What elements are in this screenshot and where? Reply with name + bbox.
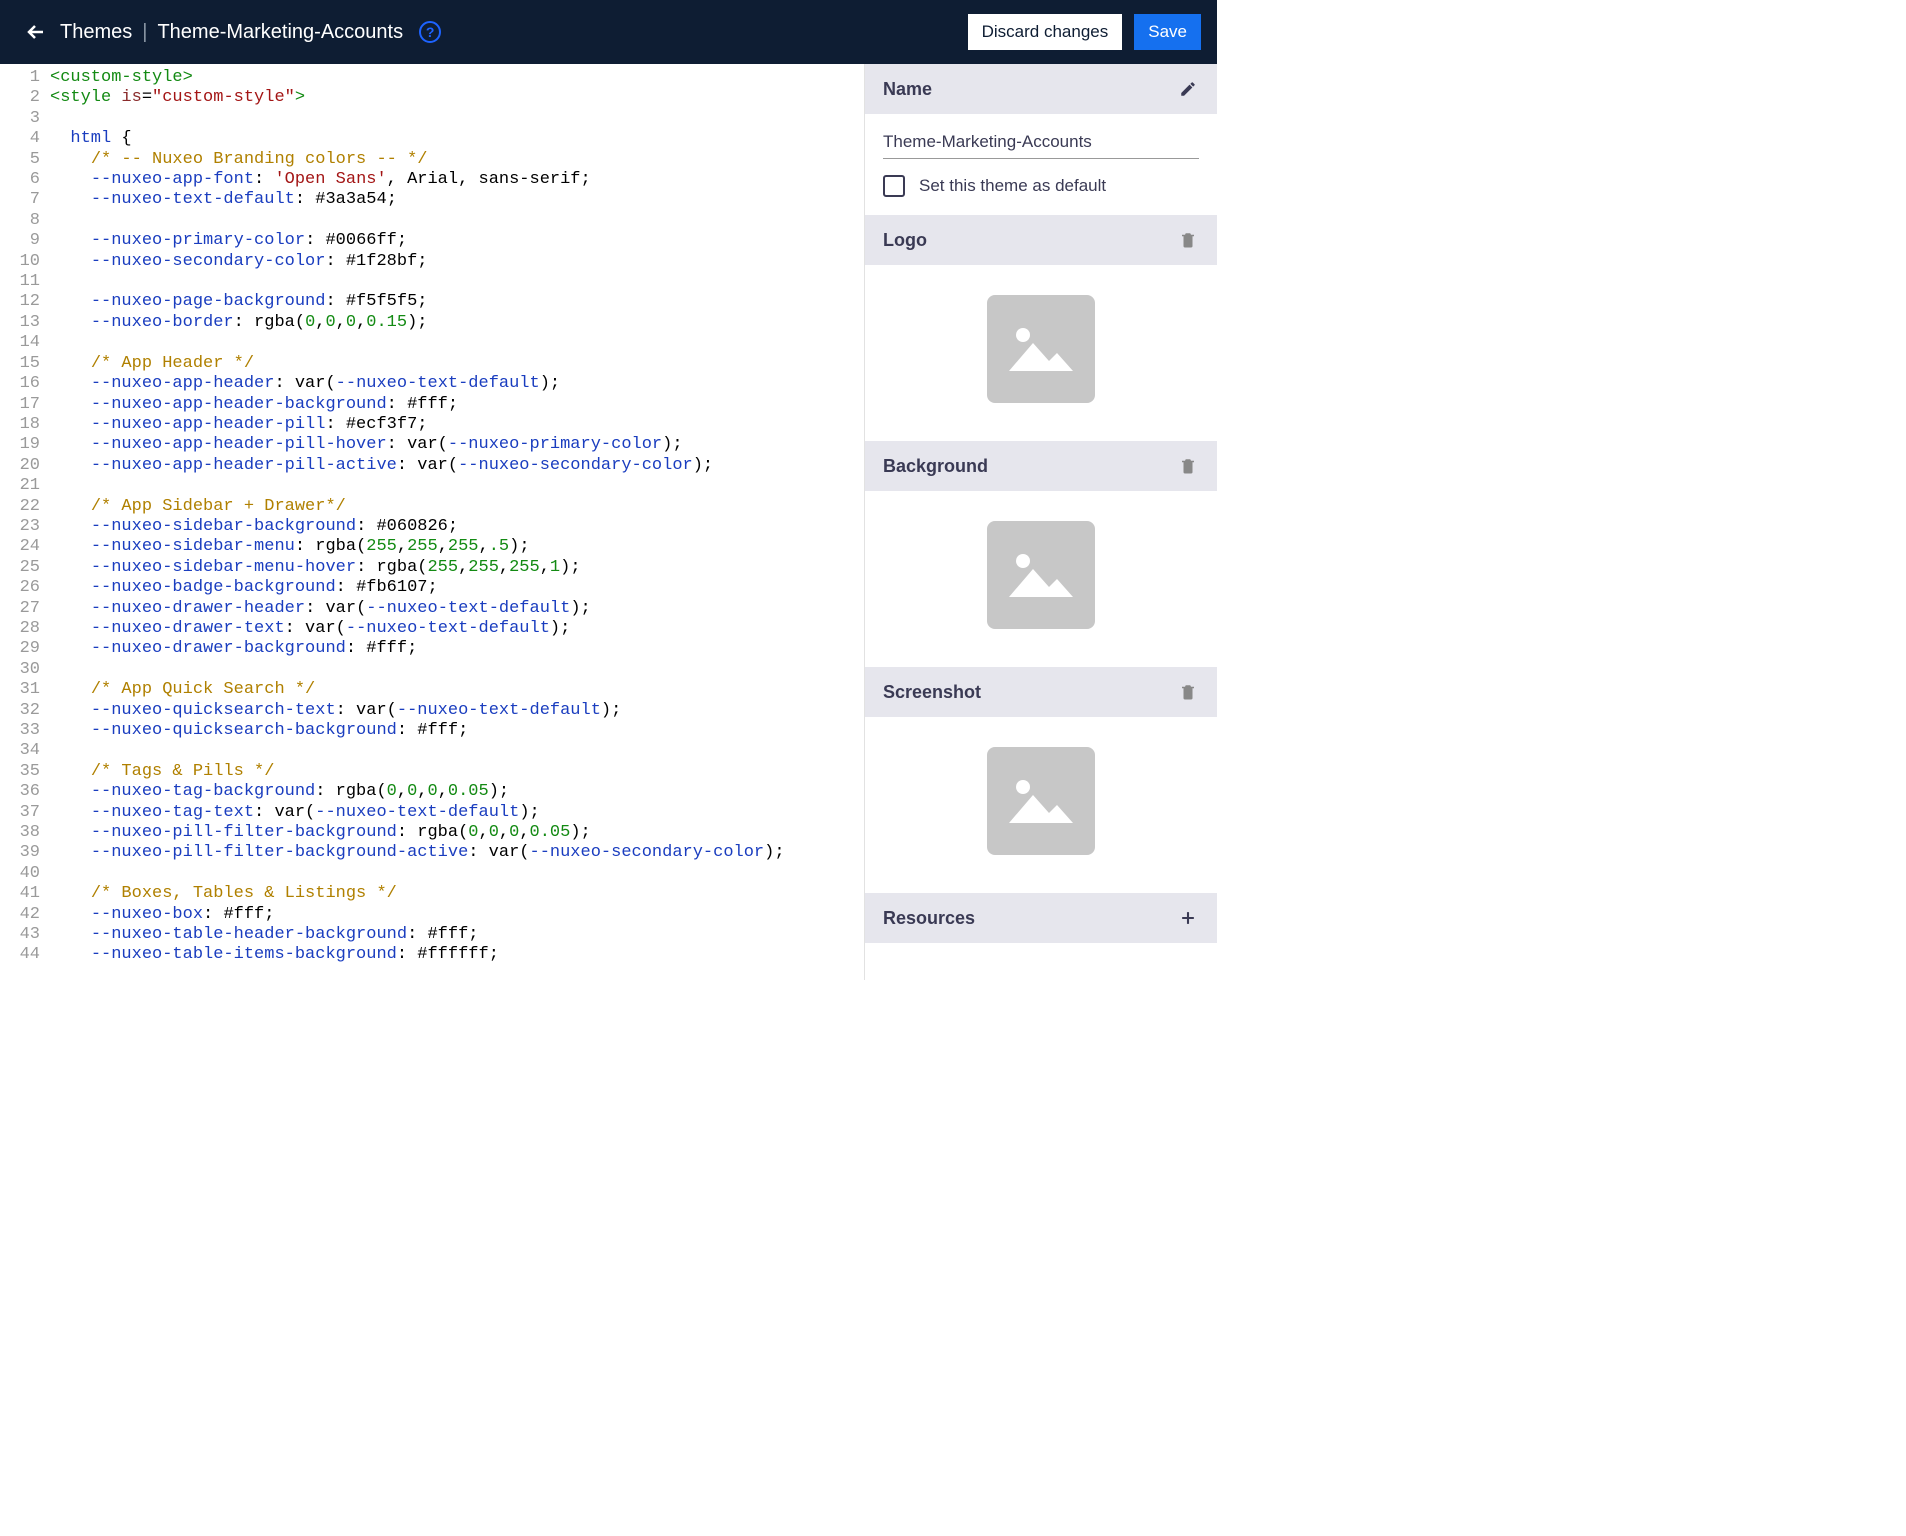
- section-title: Logo: [883, 230, 927, 251]
- code-content[interactable]: <custom-style><style is="custom-style"> …: [50, 64, 864, 970]
- back-button[interactable]: [16, 12, 56, 52]
- edit-icon[interactable]: [1177, 78, 1199, 100]
- line-gutter: 1234567891011121314151617181920212223242…: [0, 64, 48, 970]
- trash-icon[interactable]: [1177, 681, 1199, 703]
- logo-upload-area[interactable]: [865, 265, 1217, 441]
- background-upload-area[interactable]: [865, 491, 1217, 667]
- breadcrumb-current: Theme-Marketing-Accounts: [157, 21, 403, 44]
- screenshot-upload-area[interactable]: [865, 717, 1217, 893]
- section-header-screenshot: Screenshot: [865, 667, 1217, 717]
- section-header-logo: Logo: [865, 215, 1217, 265]
- plus-icon[interactable]: [1177, 907, 1199, 929]
- image-placeholder-icon: [987, 295, 1095, 403]
- save-button[interactable]: Save: [1134, 14, 1201, 50]
- breadcrumb-separator: |: [142, 21, 147, 44]
- section-title: Name: [883, 79, 932, 100]
- section-title: Screenshot: [883, 682, 981, 703]
- image-placeholder-icon: [987, 521, 1095, 629]
- image-placeholder-icon: [987, 747, 1095, 855]
- breadcrumb-root[interactable]: Themes: [60, 21, 132, 44]
- breadcrumb: Themes | Theme-Marketing-Accounts ?: [60, 21, 441, 44]
- theme-name-input[interactable]: [883, 126, 1199, 159]
- sidebar-panel: Name Set this theme as default Logo: [864, 64, 1217, 980]
- code-editor[interactable]: 1234567891011121314151617181920212223242…: [0, 64, 864, 980]
- help-icon[interactable]: ?: [419, 21, 441, 43]
- section-header-resources: Resources: [865, 893, 1217, 943]
- trash-icon[interactable]: [1177, 229, 1199, 251]
- default-checkbox-label: Set this theme as default: [919, 176, 1106, 196]
- section-title: Background: [883, 456, 988, 477]
- app-header: Themes | Theme-Marketing-Accounts ? Disc…: [0, 0, 1217, 64]
- trash-icon[interactable]: [1177, 455, 1199, 477]
- discard-button[interactable]: Discard changes: [968, 14, 1123, 50]
- arrow-left-icon: [24, 20, 48, 44]
- section-header-background: Background: [865, 441, 1217, 491]
- section-title: Resources: [883, 908, 975, 929]
- section-header-name: Name: [865, 64, 1217, 114]
- default-checkbox[interactable]: [883, 175, 905, 197]
